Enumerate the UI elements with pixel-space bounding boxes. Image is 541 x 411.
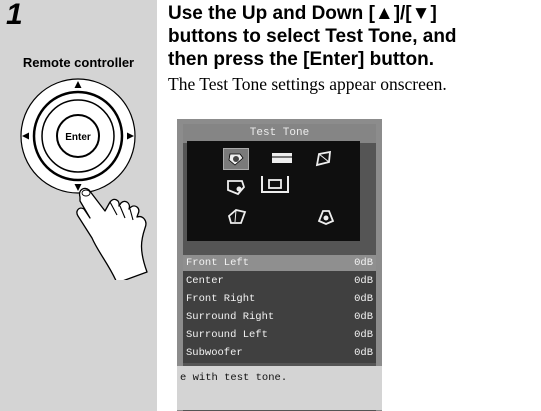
channel-level: 0dB (354, 293, 373, 305)
step-number: 1 (6, 0, 23, 31)
surround-left-speaker-icon (227, 209, 247, 224)
instruction-line-1: Use the Up and Down [▲]/[▼] (168, 3, 437, 24)
step-instruction: Use the Up and Down [▲]/[▼] buttons to s… (168, 2, 538, 71)
channel-name: Subwoofer (186, 347, 243, 359)
center-speaker-icon (272, 153, 292, 163)
remote-dpad-illustration: Enter (20, 78, 148, 280)
speaker-icon-panel (187, 141, 360, 241)
channel-level: 0dB (354, 329, 373, 341)
osd-help-text: e with test tone. (180, 372, 288, 384)
channel-name: Front Left (186, 257, 250, 269)
osd-help-text-bar: e with test tone. (177, 366, 382, 410)
channel-name: Surround Right (186, 311, 275, 323)
channel-row-surround-left[interactable]: Surround Left 0dB (183, 327, 376, 343)
listener-icon (317, 210, 335, 225)
channel-row-center[interactable]: Center 0dB (183, 273, 376, 289)
front-right-speaker-icon (315, 150, 332, 167)
channel-name: Surround Left (186, 329, 268, 341)
channel-name: Center (186, 275, 224, 287)
channel-name: Front Right (186, 293, 256, 305)
channel-level: 0dB (354, 275, 373, 287)
channel-level: 0dB (354, 257, 373, 269)
enter-button-label: Enter (65, 132, 91, 143)
channel-level: 0dB (354, 347, 373, 359)
front-left-speaker-icon (223, 148, 249, 170)
pointing-hand-icon (76, 187, 148, 280)
channel-row-front-right[interactable]: Front Right 0dB (183, 291, 376, 307)
instruction-line-2: buttons to select Test Tone, and (168, 26, 457, 47)
step-description: The Test Tone settings appear onscreen. (168, 74, 447, 94)
instruction-line-3: then press the [Enter] button. (168, 49, 434, 70)
test-tone-osd-screen: Test Tone Front Left 0dB Center 0dB Fron… (177, 119, 382, 411)
channel-list: Front Left 0dB Center 0dB Front Right 0d… (183, 255, 376, 363)
channel-level: 0dB (354, 311, 373, 323)
channel-row-subwoofer[interactable]: Subwoofer 0dB (183, 345, 376, 361)
subwoofer-icon (261, 176, 289, 193)
channel-row-surround-right[interactable]: Surround Right 0dB (183, 309, 376, 325)
channel-row-front-left[interactable]: Front Left 0dB (183, 255, 376, 271)
remote-controller-label: Remote controller (22, 55, 135, 70)
surround-right-speaker-icon (227, 180, 246, 196)
step-side-panel: 1 Remote controller Enter (0, 0, 157, 411)
